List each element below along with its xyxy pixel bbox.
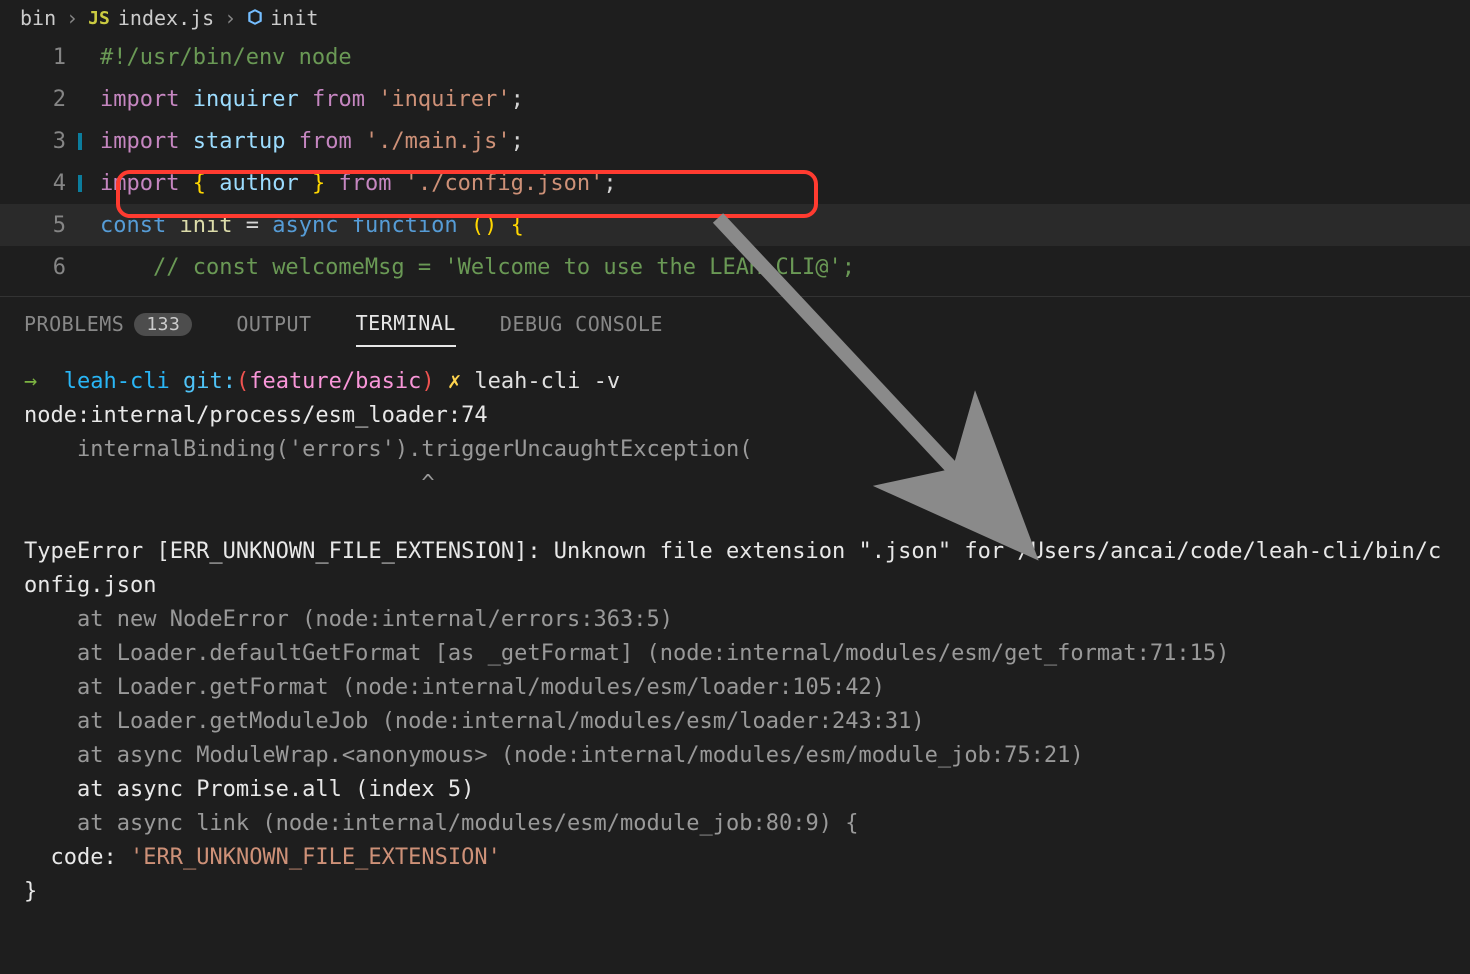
line-number: 6 <box>0 255 100 280</box>
code-line[interactable]: 4import { author } from './config.json'; <box>0 162 1470 204</box>
breadcrumb-folder[interactable]: bin <box>20 6 56 30</box>
breadcrumb-symbol[interactable]: init <box>270 6 318 30</box>
code-line[interactable]: 3import startup from './main.js'; <box>0 120 1470 162</box>
breadcrumb[interactable]: bin › JS index.js › init <box>0 0 1470 36</box>
code-content[interactable]: #!/usr/bin/env node <box>100 45 1470 70</box>
code-content[interactable]: // const welcomeMsg = 'Welcome to use th… <box>100 255 1470 280</box>
code-content[interactable]: import { author } from './config.json'; <box>100 171 1470 196</box>
line-number: 1 <box>0 45 100 70</box>
tab-problems[interactable]: PROBLEMS 133 <box>24 302 192 346</box>
line-number: 5 <box>0 213 100 238</box>
js-file-icon: JS <box>88 8 110 29</box>
code-content[interactable]: import inquirer from 'inquirer'; <box>100 87 1470 112</box>
code-line[interactable]: 5const init = async function () { <box>0 204 1470 246</box>
chevron-right-icon: › <box>66 6 78 30</box>
tab-debug-console[interactable]: DEBUG CONSOLE <box>500 302 663 346</box>
tab-terminal[interactable]: TERMINAL <box>356 301 456 347</box>
code-content[interactable]: import startup from './main.js'; <box>100 129 1470 154</box>
bottom-panel: PROBLEMS 133 OUTPUT TERMINAL DEBUG CONSO… <box>0 296 1470 974</box>
tab-problems-label: PROBLEMS <box>24 312 124 336</box>
terminal-output[interactable]: → leah-cli git:(feature/basic) ✗ leah-cl… <box>0 351 1470 974</box>
code-content[interactable]: const init = async function () { <box>100 213 1470 238</box>
code-line[interactable]: 6 // const welcomeMsg = 'Welcome to use … <box>0 246 1470 288</box>
code-editor[interactable]: 1#!/usr/bin/env node2import inquirer fro… <box>0 36 1470 296</box>
chevron-right-icon: › <box>224 6 236 30</box>
symbol-method-icon <box>246 8 264 29</box>
line-number: 2 <box>0 87 100 112</box>
line-number: 3 <box>0 129 100 154</box>
panel-tabs: PROBLEMS 133 OUTPUT TERMINAL DEBUG CONSO… <box>0 297 1470 351</box>
tab-output-label: OUTPUT <box>236 312 311 336</box>
tab-terminal-label: TERMINAL <box>356 311 456 335</box>
code-line[interactable]: 2import inquirer from 'inquirer'; <box>0 78 1470 120</box>
breadcrumb-file[interactable]: index.js <box>118 6 214 30</box>
tab-debug-label: DEBUG CONSOLE <box>500 312 663 336</box>
tab-output[interactable]: OUTPUT <box>236 302 311 346</box>
code-line[interactable]: 1#!/usr/bin/env node <box>0 36 1470 78</box>
problems-count-badge: 133 <box>134 313 192 336</box>
line-number: 4 <box>0 171 100 196</box>
